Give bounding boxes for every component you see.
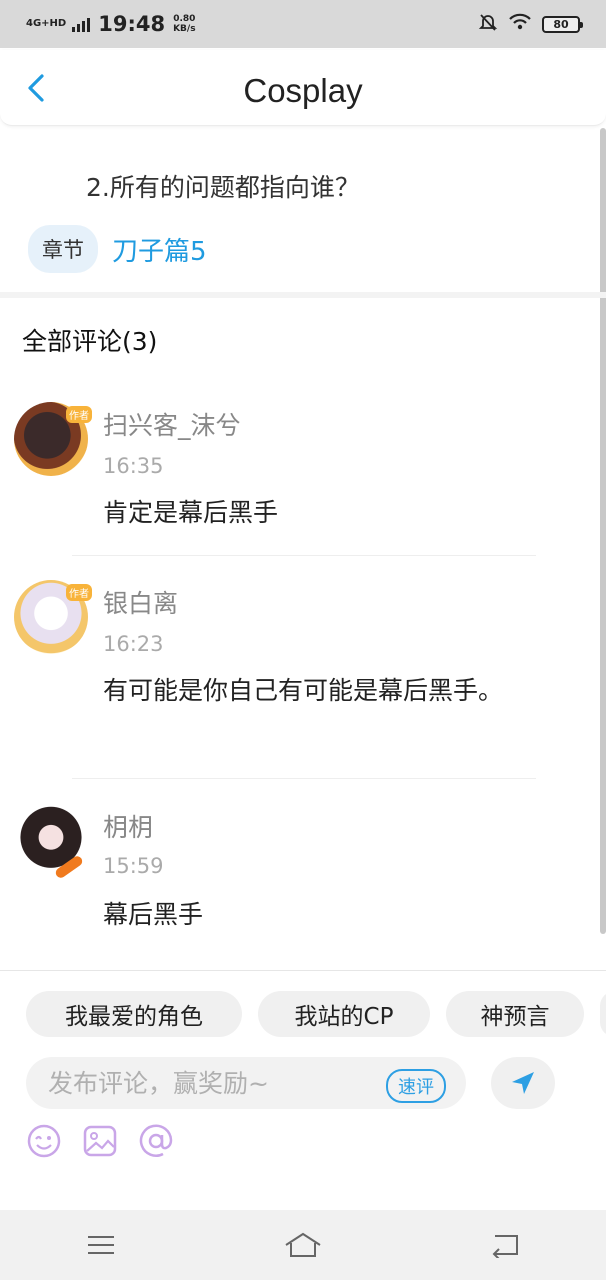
mention-icon bbox=[139, 1124, 173, 1157]
carrot-icon bbox=[53, 854, 85, 880]
home-nav-button[interactable] bbox=[273, 1220, 333, 1270]
comment-input-box: 速评 bbox=[26, 1057, 466, 1109]
chapter-link[interactable]: 刀子篇5 bbox=[112, 231, 207, 268]
comment-text: 幕后黑手 bbox=[103, 900, 204, 929]
scrollbar[interactable] bbox=[600, 128, 606, 934]
mute-bell-icon bbox=[478, 12, 498, 36]
comment-time: 16:35 bbox=[103, 454, 164, 478]
network-type: 4G+HD bbox=[26, 18, 67, 29]
avatar[interactable] bbox=[14, 804, 88, 880]
avatar[interactable]: 作者 bbox=[14, 402, 92, 476]
chapter-tag: 章节 bbox=[28, 225, 98, 273]
comment-time: 15:59 bbox=[103, 854, 164, 878]
comment-text: 肯定是幕后黑手 bbox=[103, 498, 279, 527]
avatar[interactable]: 作者 bbox=[14, 580, 92, 654]
quick-tag[interactable]: 我最爱的角色 bbox=[26, 991, 242, 1037]
home-icon bbox=[285, 1232, 321, 1257]
author-badge: 作者 bbox=[66, 406, 92, 423]
quick-rate-button[interactable]: 速评 bbox=[386, 1069, 446, 1103]
comment-text: 有可能是你自己有可能是幕后黑手。 bbox=[103, 676, 504, 705]
chapter-row: 章节 刀子篇5 bbox=[28, 225, 207, 273]
emoji-button[interactable] bbox=[26, 1123, 62, 1159]
page-title: Cosplay bbox=[243, 72, 363, 109]
signal-icon bbox=[72, 16, 91, 32]
wifi-icon bbox=[508, 13, 532, 35]
comment-composer: 我最爱的角色 我站的CP 神预言 速评 bbox=[0, 970, 606, 1210]
composer-tools bbox=[26, 1123, 174, 1159]
menu-icon bbox=[88, 1236, 114, 1254]
comment-username[interactable]: 枂枂 bbox=[103, 808, 153, 844]
back-nav-button[interactable] bbox=[475, 1220, 535, 1270]
comment-divider bbox=[72, 778, 536, 779]
back-nav-icon bbox=[492, 1235, 518, 1258]
app-header: Cosplay bbox=[0, 50, 606, 126]
battery-icon: 80 bbox=[542, 15, 583, 33]
image-icon bbox=[83, 1125, 117, 1157]
status-bar: 4G+HD 19:48 0.80 KB/s 80 bbox=[0, 0, 606, 48]
system-nav-bar bbox=[0, 1210, 606, 1280]
quick-tag[interactable]: 我站的CP bbox=[258, 991, 430, 1037]
comment-time: 16:23 bbox=[103, 632, 164, 656]
question-text: 2.所有的问题都指向谁？ bbox=[86, 173, 360, 202]
mention-button[interactable] bbox=[138, 1123, 174, 1159]
author-badge: 作者 bbox=[66, 584, 92, 601]
menu-nav-button[interactable] bbox=[71, 1220, 131, 1270]
emoji-icon bbox=[27, 1124, 61, 1158]
section-divider bbox=[0, 292, 606, 298]
image-button[interactable] bbox=[82, 1123, 118, 1159]
comment-input[interactable] bbox=[48, 1068, 368, 1098]
send-icon bbox=[512, 1072, 534, 1094]
comments-heading: 全部评论(3) bbox=[22, 327, 158, 356]
comment-username[interactable]: 扫兴客_沫兮 bbox=[103, 406, 241, 442]
send-button[interactable] bbox=[491, 1057, 555, 1109]
quick-tag[interactable]: 神预言 bbox=[446, 991, 584, 1037]
clock: 19:48 bbox=[98, 12, 166, 36]
comment-divider bbox=[72, 555, 536, 556]
quick-tag-more[interactable] bbox=[600, 991, 606, 1037]
comment-username[interactable]: 银白离 bbox=[103, 584, 178, 620]
network-speed: 0.80 KB/s bbox=[173, 14, 196, 34]
